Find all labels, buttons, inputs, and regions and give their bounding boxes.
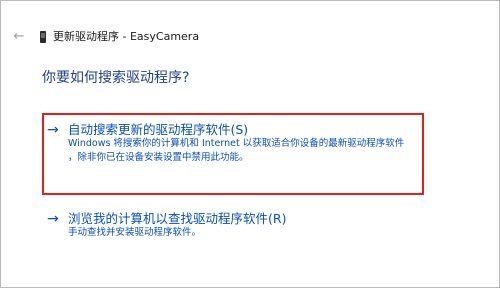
window-title: 更新驱动程序 - EasyCamera xyxy=(53,30,200,43)
description-line: Windows 将搜索你的计算机和 Internet 以获取适合你设备的最新驱动… xyxy=(68,138,405,149)
description-line: 手动查找并安装驱动程序软件。 xyxy=(68,227,202,238)
back-arrow-icon[interactable]: ← xyxy=(11,29,27,45)
description-line: ，除非你已在设备安装设置中禁用此功能。 xyxy=(68,152,249,163)
right-arrow-icon: → xyxy=(47,122,59,138)
title-bar: ← 更新驱动程序 - EasyCamera xyxy=(1,1,499,44)
browse-computer-description: 手动查找并安装驱动程序软件。 xyxy=(68,226,423,240)
page-title: 你要如何搜索驱动程序? xyxy=(42,70,190,86)
camera-device-icon xyxy=(40,31,46,43)
right-arrow-icon: → xyxy=(47,211,59,227)
update-driver-window: ← 更新驱动程序 - EasyCamera 你要如何搜索驱动程序? → 自动搜索… xyxy=(0,0,500,288)
search-automatically-description: Windows 将搜索你的计算机和 Internet 以获取适合你设备的最新驱动… xyxy=(68,137,423,165)
